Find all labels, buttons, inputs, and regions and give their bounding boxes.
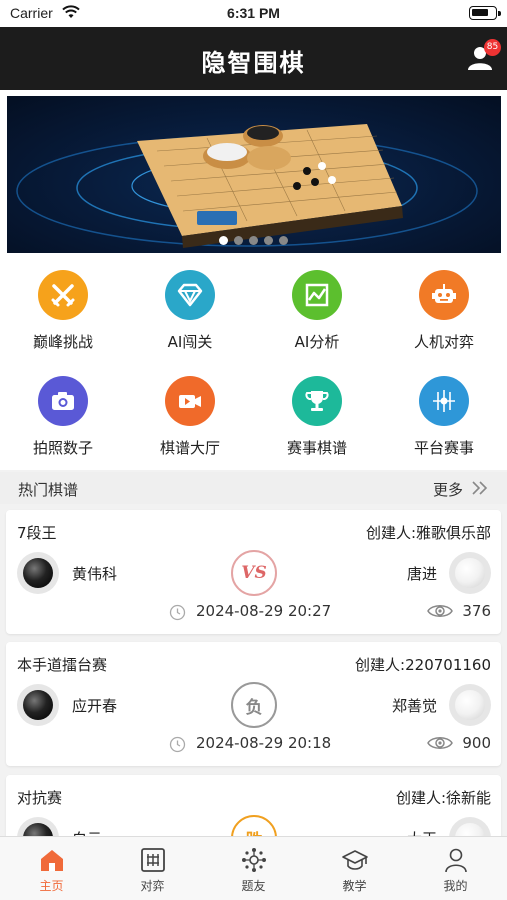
black-stone-icon xyxy=(17,552,59,594)
result-badge: 负 xyxy=(231,682,277,728)
chart-icon xyxy=(292,270,342,320)
game-name: 7段王 xyxy=(17,524,57,542)
more-link[interactable]: 更多 xyxy=(433,479,463,500)
tab-mine[interactable]: 我的 xyxy=(405,837,506,900)
game-creator: 创建人:220701160 xyxy=(355,656,491,674)
video-icon xyxy=(165,376,215,426)
tab-friends[interactable]: 题友 xyxy=(203,837,304,900)
trophy-icon xyxy=(292,376,342,426)
menu-label: 棋谱大厅 xyxy=(159,439,220,457)
crosshair-icon xyxy=(419,376,469,426)
eye-icon xyxy=(427,605,453,617)
view-count: 376 xyxy=(462,602,491,620)
tab-label: 我的 xyxy=(443,879,468,893)
carousel-indicator[interactable] xyxy=(0,230,507,249)
status-bar: Carrier 6:31 PM xyxy=(0,0,507,27)
tab-play[interactable]: 对弈 xyxy=(102,837,203,900)
result-badge: VS xyxy=(231,550,277,596)
clock-time: 6:31 PM xyxy=(227,5,280,21)
menu-ai-analysis[interactable]: AI分析 xyxy=(254,258,380,364)
menu-human-vs-ai[interactable]: 人机对弈 xyxy=(381,258,507,364)
eye-icon xyxy=(427,737,453,749)
view-count: 900 xyxy=(462,734,491,752)
black-player-name: 应开春 xyxy=(72,697,118,715)
carousel-dot[interactable] xyxy=(279,236,288,245)
white-stone-icon xyxy=(449,552,491,594)
menu-peak-challenge[interactable]: 巅峰挑战 xyxy=(0,258,126,364)
menu-label: 巅峰挑战 xyxy=(32,333,93,351)
carousel-dot-active[interactable] xyxy=(219,236,228,245)
section-title: 热门棋谱 xyxy=(18,481,79,499)
white-player-name: 唐进 xyxy=(406,565,437,583)
diamond-icon xyxy=(165,270,215,320)
game-name: 对抗赛 xyxy=(17,789,63,807)
menu-label: 赛事棋谱 xyxy=(286,439,347,457)
robot-icon xyxy=(419,270,469,320)
game-name: 本手道擂台赛 xyxy=(17,656,108,674)
menu-label: 平台赛事 xyxy=(413,439,474,457)
app-title: 隐智围棋 xyxy=(201,49,306,77)
carousel-dot[interactable] xyxy=(264,236,273,245)
menu-label: 拍照数子 xyxy=(32,439,93,457)
tab-label: 对弈 xyxy=(140,879,165,893)
home-icon xyxy=(41,850,63,871)
clock-icon xyxy=(169,604,186,621)
game-date: 2024-08-29 20:27 xyxy=(196,602,332,620)
game-record-card[interactable]: 7段王 创建人:雅歌俱乐部 黄伟科 VS 唐进 2024-08-29 20:27… xyxy=(6,510,501,634)
board-icon xyxy=(141,848,165,872)
menu-platform-events[interactable]: 平台赛事 xyxy=(381,364,507,470)
double-chevron-right-icon[interactable] xyxy=(471,480,489,496)
tab-label: 主页 xyxy=(39,879,64,893)
person-icon xyxy=(445,848,467,873)
menu-event-records[interactable]: 赛事棋谱 xyxy=(254,364,380,470)
carousel-dot[interactable] xyxy=(249,236,258,245)
tab-label: 教学 xyxy=(342,879,367,893)
banner-carousel[interactable] xyxy=(0,90,507,258)
app-header: 隐智围棋 85 xyxy=(0,27,507,90)
game-creator: 创建人:雅歌俱乐部 xyxy=(365,524,491,542)
notification-badge: 85 xyxy=(484,39,501,56)
game-date: 2024-08-29 20:18 xyxy=(196,734,332,752)
black-stone-icon xyxy=(17,684,59,726)
hot-records-header: 热门棋谱 更多 xyxy=(0,472,507,504)
clock-icon xyxy=(169,736,186,753)
bottom-tab-bar: 主页 对弈 题友 教学 我的 xyxy=(0,836,507,900)
game-record-card[interactable]: 本手道擂台赛 创建人:220701160 应开春 负 郑善觉 2024-08-2… xyxy=(6,642,501,766)
white-stone-icon xyxy=(449,684,491,726)
menu-label: 人机对弈 xyxy=(413,333,474,351)
carousel-dot[interactable] xyxy=(234,236,243,245)
menu-label: AI分析 xyxy=(294,333,340,351)
black-player-name: 黄伟科 xyxy=(72,565,118,583)
menu-ai-levels[interactable]: AI闯关 xyxy=(127,258,253,364)
feature-grid: 巅峰挑战 AI闯关 AI分析 人机对弈 拍照数子 棋谱大厅 赛事棋谱 平台赛事 xyxy=(0,258,507,470)
tab-label: 题友 xyxy=(241,879,266,893)
menu-label: AI闯关 xyxy=(167,333,213,351)
graduation-cap-icon xyxy=(342,850,368,870)
white-player-name: 郑善觉 xyxy=(391,697,437,715)
menu-game-records[interactable]: 棋谱大厅 xyxy=(127,364,253,470)
menu-photo-count[interactable]: 拍照数子 xyxy=(0,364,126,470)
crossed-swords-icon xyxy=(38,270,88,320)
battery-icon xyxy=(469,6,501,20)
tab-home[interactable]: 主页 xyxy=(1,837,102,900)
camera-icon xyxy=(38,376,88,426)
game-creator: 创建人:徐新能 xyxy=(395,789,491,807)
network-icon xyxy=(242,848,266,872)
tab-teaching[interactable]: 教学 xyxy=(304,837,405,900)
